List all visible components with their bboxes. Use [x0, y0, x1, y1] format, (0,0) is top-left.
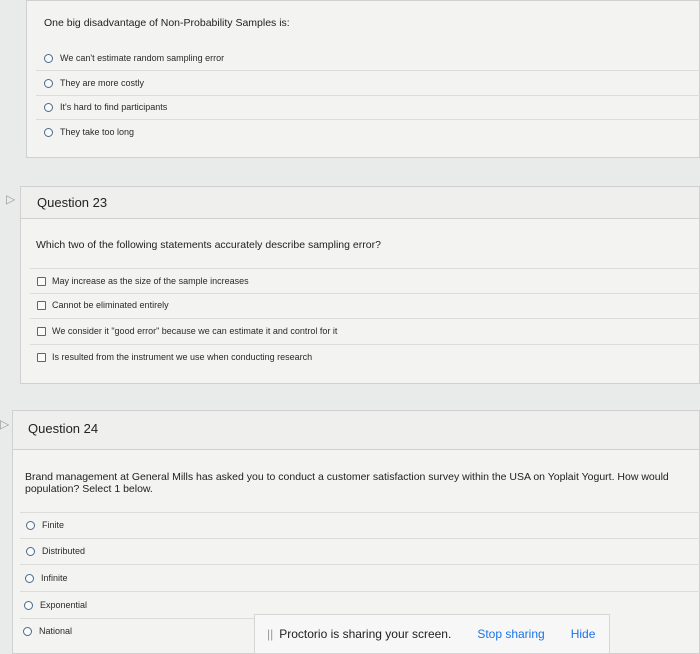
hide-button[interactable]: Hide	[571, 627, 596, 641]
proctorio-message: Proctorio is sharing your screen.	[279, 627, 452, 641]
radio-button[interactable]	[26, 546, 35, 556]
divider	[36, 119, 700, 120]
option-label: Is resulted from the instrument we use w…	[52, 352, 313, 362]
option-label: We can't estimate random sampling error	[60, 53, 225, 63]
q24-option-3[interactable]: Infinite	[25, 573, 68, 583]
divider	[30, 293, 700, 294]
radio-button[interactable]	[23, 626, 32, 636]
divider	[30, 268, 700, 269]
drag-handle-icon[interactable]: ||	[267, 627, 273, 641]
q22-option-3[interactable]: It's hard to find participants	[44, 102, 167, 112]
option-label: Exponential	[40, 600, 88, 610]
option-label: Finite	[42, 520, 65, 530]
divider	[36, 70, 700, 71]
option-label: They are more costly	[60, 78, 145, 88]
checkbox[interactable]	[37, 300, 46, 310]
question-23-header	[20, 186, 700, 219]
option-label: They take too long	[60, 127, 135, 137]
option-label: It's hard to find participants	[60, 102, 168, 112]
option-label: May increase as the size of the sample i…	[52, 276, 249, 286]
q22-option-4[interactable]: They take too long	[44, 127, 134, 137]
radio-button[interactable]	[44, 127, 53, 137]
option-label: Cannot be eliminated entirely	[52, 300, 169, 310]
divider	[20, 512, 700, 513]
flag-question-icon[interactable]: ▷	[6, 192, 15, 206]
flag-question-icon[interactable]: ▷	[0, 417, 9, 431]
proctorio-share-bar: || Proctorio is sharing your screen. Sto…	[254, 614, 610, 654]
option-label: National	[39, 626, 73, 636]
option-label: We consider it "good error" because we c…	[52, 326, 338, 336]
divider	[30, 318, 700, 319]
question-24-header	[12, 410, 700, 450]
divider	[20, 591, 700, 592]
radio-button[interactable]	[44, 78, 53, 88]
question-24-title: Question 24	[28, 421, 99, 436]
q23-option-1[interactable]: May increase as the size of the sample i…	[37, 276, 249, 286]
divider	[30, 344, 700, 345]
divider	[20, 618, 254, 619]
q22-option-1[interactable]: We can't estimate random sampling error	[44, 53, 224, 63]
radio-button[interactable]	[25, 573, 34, 583]
question-22-prompt: One big disadvantage of Non-Probability …	[44, 17, 290, 29]
question-24-prompt-line2: population? Select 1 below.	[25, 483, 153, 495]
q24-option-4[interactable]: Exponential	[24, 600, 87, 610]
q23-option-3[interactable]: We consider it "good error" because we c…	[37, 326, 337, 336]
checkbox[interactable]	[37, 276, 46, 286]
radio-button[interactable]	[44, 53, 53, 63]
radio-button[interactable]	[24, 600, 33, 610]
question-23-title: Question 23	[37, 195, 108, 210]
radio-button[interactable]	[26, 520, 35, 530]
q24-option-5[interactable]: National	[23, 626, 72, 636]
option-label: Infinite	[41, 573, 68, 583]
divider	[20, 564, 700, 565]
stop-sharing-button[interactable]: Stop sharing	[477, 627, 544, 641]
checkbox[interactable]	[37, 352, 46, 362]
option-label: Distributed	[42, 546, 86, 556]
q22-option-2[interactable]: They are more costly	[44, 78, 144, 88]
q24-option-2[interactable]: Distributed	[26, 546, 85, 556]
divider	[36, 95, 700, 96]
checkbox[interactable]	[37, 326, 46, 336]
q23-option-2[interactable]: Cannot be eliminated entirely	[37, 300, 169, 310]
divider	[20, 538, 700, 539]
q23-option-4[interactable]: Is resulted from the instrument we use w…	[37, 352, 312, 362]
radio-button[interactable]	[44, 102, 53, 112]
q24-option-1[interactable]: Finite	[26, 520, 64, 530]
question-23-prompt: Which two of the following statements ac…	[36, 239, 381, 251]
